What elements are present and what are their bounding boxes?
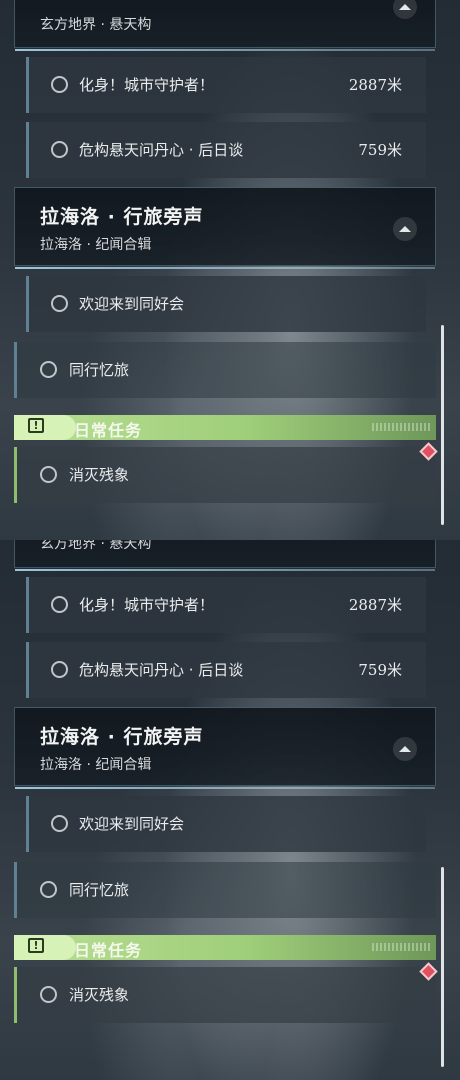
quest-distance: 2887米 — [348, 76, 402, 94]
chevron-up-icon[interactable] — [393, 0, 417, 19]
scrollbar[interactable] — [441, 325, 444, 525]
decoration — [372, 943, 430, 951]
circle-ring-icon — [40, 986, 57, 1003]
section-header-lahailuo[interactable]: 拉海洛 · 行旅旁声 拉海洛 · 纪闻合辑 — [14, 707, 436, 789]
quest-item[interactable]: 危构悬天问丹心 · 后日谈 759米 — [26, 642, 426, 698]
quest-item[interactable]: 化身！城市守护者！ 2887米 — [26, 57, 426, 113]
quest-item[interactable]: 化身！城市守护者！ 2887米 — [26, 577, 426, 633]
scrollbar[interactable] — [441, 867, 444, 1067]
quest-item[interactable]: 欢迎来到同好会 — [26, 796, 426, 852]
circle-ring-icon — [51, 596, 68, 613]
section-subtitle: 拉海洛 · 纪闻合辑 — [40, 757, 152, 773]
daily-tasks-header[interactable]: ! 日常任务 — [14, 415, 436, 440]
quest-name: 危构悬天问丹心 · 后日谈 — [79, 661, 244, 679]
quest-distance: 759米 — [358, 141, 402, 159]
chevron-up-icon[interactable] — [393, 737, 417, 761]
section-subtitle: 拉海洛 · 纪闻合辑 — [40, 237, 152, 253]
quest-distance: 759米 — [358, 661, 402, 679]
quest-name: 化身！城市守护者！ — [79, 596, 215, 614]
daily-tasks-header[interactable]: ! 日常任务 — [14, 935, 436, 960]
quest-name: 化身！城市守护者！ — [79, 76, 215, 94]
section-title: 拉海洛 · 行旅旁声 — [40, 206, 204, 228]
circle-ring-icon — [40, 361, 57, 378]
quest-item-daily[interactable]: 消灭残象 — [14, 967, 436, 1023]
alert-box-icon: ! — [28, 938, 44, 953]
quest-panel-bottom: 玄方地界 · 悬天构 化身！城市守护者！ 2887米 危构悬天问丹心 · 后日谈… — [0, 540, 460, 1080]
daily-tasks-label: 日常任务 — [74, 941, 143, 960]
quest-item-main[interactable]: 同行忆旅 — [14, 862, 436, 918]
daily-tasks-label: 日常任务 — [74, 421, 143, 440]
quest-item-daily[interactable]: 消灭残象 — [14, 447, 436, 503]
quest-name: 同行忆旅 — [69, 361, 130, 379]
section-header-xuanfang[interactable]: 玄方地界 · 悬天构 — [14, 0, 436, 51]
circle-ring-icon — [51, 815, 68, 832]
circle-ring-icon — [51, 661, 68, 678]
section-header-lahailuo[interactable]: 拉海洛 · 行旅旁声 拉海洛 · 纪闻合辑 — [14, 187, 436, 269]
circle-ring-icon — [40, 881, 57, 898]
quest-name: 欢迎来到同好会 — [79, 815, 185, 833]
section-subtitle: 玄方地界 · 悬天构 — [40, 17, 152, 33]
chevron-up-icon[interactable] — [393, 217, 417, 241]
alert-box-icon: ! — [28, 418, 44, 433]
quest-panel-top: 玄方地界 · 悬天构 化身！城市守护者！ 2887米 危构悬天问丹心 · 后日谈… — [0, 0, 460, 540]
section-header-xuanfang[interactable]: 玄方地界 · 悬天构 — [14, 540, 436, 571]
quest-name: 危构悬天问丹心 · 后日谈 — [79, 141, 244, 159]
quest-name: 消灭残象 — [69, 466, 130, 484]
section-subtitle: 玄方地界 · 悬天构 — [40, 540, 152, 552]
decoration — [372, 423, 430, 431]
section-title: 拉海洛 · 行旅旁声 — [40, 726, 204, 748]
quest-item-main[interactable]: 同行忆旅 — [14, 342, 436, 398]
circle-ring-icon — [51, 141, 68, 158]
quest-name: 同行忆旅 — [69, 881, 130, 899]
quest-name: 消灭残象 — [69, 986, 130, 1004]
quest-name: 欢迎来到同好会 — [79, 295, 185, 313]
quest-distance: 2887米 — [348, 596, 402, 614]
circle-ring-icon — [40, 466, 57, 483]
quest-item[interactable]: 危构悬天问丹心 · 后日谈 759米 — [26, 122, 426, 178]
circle-ring-icon — [51, 76, 68, 93]
quest-item[interactable]: 欢迎来到同好会 — [26, 276, 426, 332]
circle-ring-icon — [51, 295, 68, 312]
